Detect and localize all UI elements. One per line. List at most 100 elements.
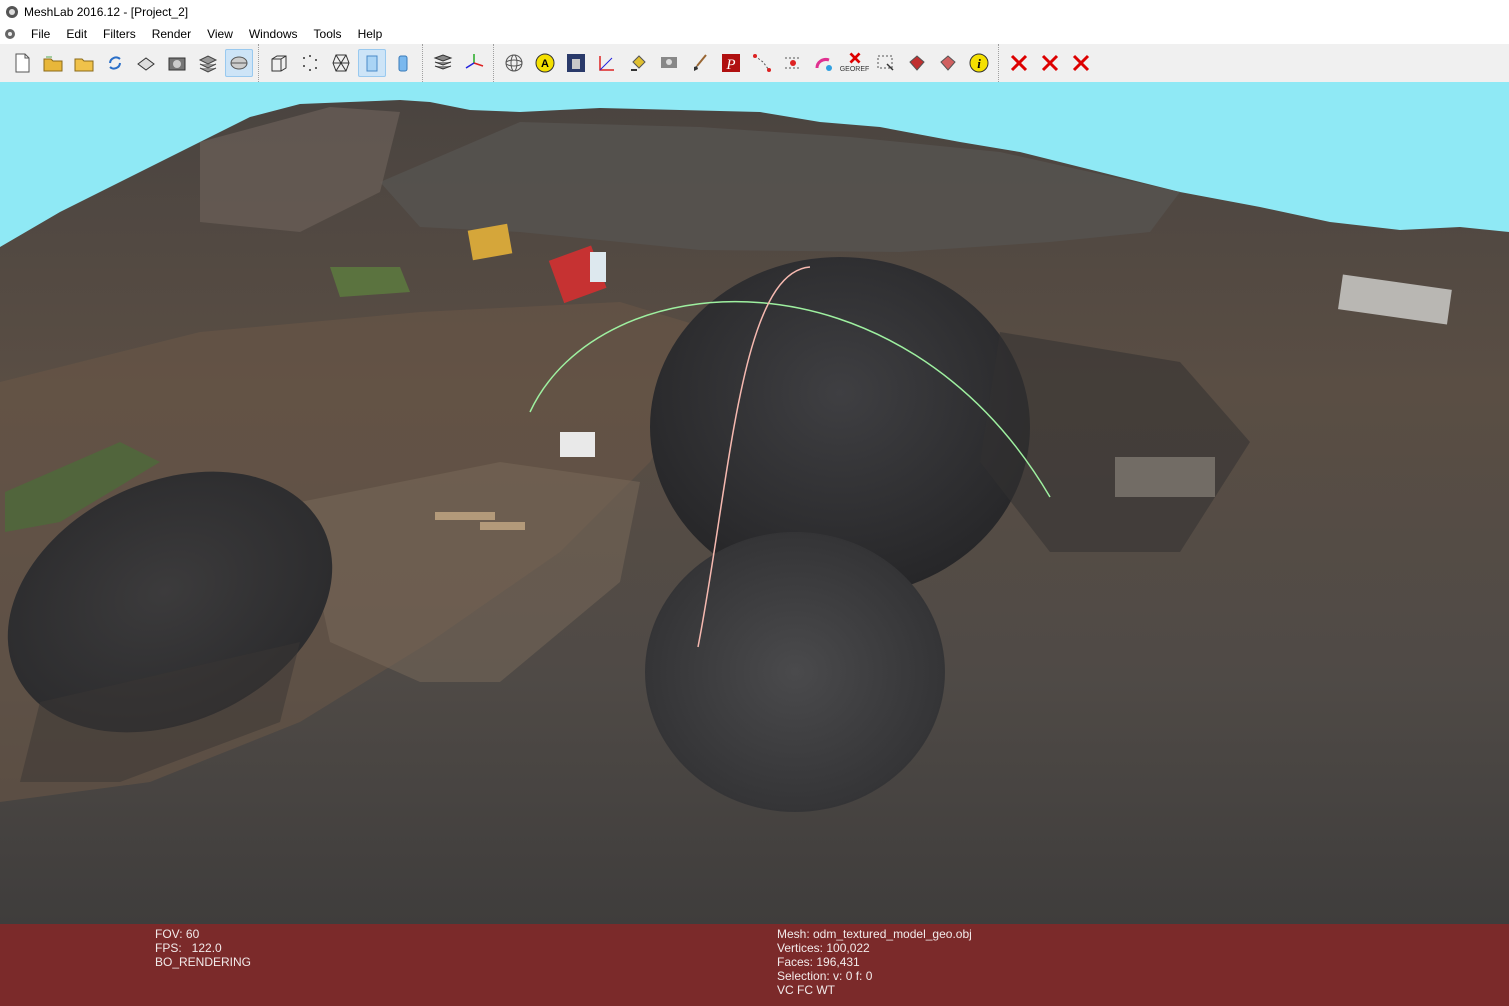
mesh-stats: Mesh: odm_textured_model_geo.obj Vertice…: [777, 927, 972, 997]
toolbar-group-3: [422, 44, 489, 82]
delete-faces-icon: [908, 55, 925, 71]
mesh-layer-icon: [230, 56, 247, 70]
svg-text:P: P: [725, 57, 735, 73]
delete-selection-button[interactable]: [1067, 49, 1095, 77]
points-icon: [302, 55, 317, 71]
delete-vertices-icon: [939, 55, 956, 71]
delete-faces-button[interactable]: [903, 49, 931, 77]
menu-edit[interactable]: Edit: [58, 24, 95, 44]
measure-icon: [598, 56, 614, 71]
terrain-mesh-render[interactable]: [0, 82, 1509, 924]
wireframe-icon: [331, 54, 350, 72]
svg-text:A: A: [541, 58, 549, 70]
attributes-readout: VC FC WT: [777, 983, 835, 997]
open-mesh-icon: [74, 58, 93, 72]
flat-shading-icon: [366, 55, 377, 72]
measure-button[interactable]: [593, 49, 621, 77]
select-connected-icon: [784, 57, 801, 69]
render-mode-readout: BO_RENDERING: [155, 955, 252, 969]
open-mesh-button[interactable]: [70, 49, 98, 77]
main-toolbar: A P GEOREF i: [0, 44, 1509, 83]
georef-icon: [848, 52, 861, 64]
point-picker-button[interactable]: P: [717, 49, 745, 77]
save-button[interactable]: [132, 49, 160, 77]
new-project-icon: [15, 53, 29, 73]
paint-color-button[interactable]: [810, 49, 838, 77]
menu-view[interactable]: View: [199, 24, 241, 44]
info-icon: i: [969, 53, 988, 73]
info-button[interactable]: i: [965, 49, 993, 77]
toolbar-group-4: A P GEOREF i: [493, 44, 994, 82]
smooth-shading-button[interactable]: [389, 49, 417, 77]
texture-button[interactable]: [562, 49, 590, 77]
toolbar-group-5: [998, 44, 1096, 82]
menu-filters[interactable]: Filters: [95, 24, 144, 44]
meshlab-app-icon: [6, 6, 18, 18]
menu-help[interactable]: Help: [350, 24, 391, 44]
save-icon: [136, 57, 155, 71]
open-project-icon: [43, 56, 62, 72]
trackball-icon: [505, 54, 522, 72]
menu-render[interactable]: Render: [144, 24, 199, 44]
menu-file[interactable]: File: [23, 24, 58, 44]
paint-bucket-icon: [630, 55, 646, 71]
annotation-button[interactable]: A: [531, 49, 559, 77]
snapshot-icon: [168, 57, 185, 71]
snapshot-button[interactable]: [163, 49, 191, 77]
trackball-button[interactable]: [500, 49, 528, 77]
render-stats: FOV: 60 FPS: 122.0 BO_RENDERING: [155, 927, 251, 969]
select-vertices-icon: [752, 54, 771, 72]
layers-button[interactable]: [194, 49, 222, 77]
axis-button[interactable]: [460, 49, 488, 77]
select-faces-icon: [877, 55, 894, 71]
render-info-overlay: FOV: 60 FPS: 122.0 BO_RENDERING Mesh: od…: [0, 924, 1509, 1006]
multi-layer-icon: [433, 54, 452, 70]
menu-windows[interactable]: Windows: [241, 24, 306, 44]
3d-viewport[interactable]: [0, 82, 1509, 924]
select-vertices-button[interactable]: [748, 49, 776, 77]
axis-icon: [465, 54, 483, 69]
georef-button[interactable]: GEOREF: [839, 49, 870, 77]
fps-readout: FPS: 122.0: [155, 941, 222, 955]
smooth-shading-icon: [398, 55, 407, 72]
layers-icon: [198, 55, 217, 73]
brush-button[interactable]: [686, 49, 714, 77]
camera-alignment-button[interactable]: [655, 49, 683, 77]
delete-selected-vertices-button[interactable]: [1036, 49, 1064, 77]
system-menu-icon[interactable]: [3, 27, 17, 41]
delete-selected-vertices-icon: [1041, 54, 1058, 72]
fov-readout: FOV: 60: [155, 927, 200, 941]
window-title: MeshLab 2016.12 - [Project_2]: [24, 5, 189, 19]
delete-selected-faces-button[interactable]: [1005, 49, 1033, 77]
delete-selected-faces-icon: [1010, 54, 1027, 72]
toolbar-group-2: [258, 44, 418, 82]
reload-button[interactable]: [101, 49, 129, 77]
select-faces-button[interactable]: [872, 49, 900, 77]
bounding-box-button[interactable]: [265, 49, 293, 77]
delete-selection-icon: [1072, 54, 1089, 72]
select-connected-button[interactable]: [779, 49, 807, 77]
bounding-box-icon: [271, 55, 286, 72]
selection-readout: Selection: v: 0 f: 0: [777, 969, 873, 983]
menu-tools[interactable]: Tools: [306, 24, 350, 44]
multi-layer-button[interactable]: [429, 49, 457, 77]
title-bar: MeshLab 2016.12 - [Project_2]: [0, 0, 1509, 24]
delete-vertices-button[interactable]: [934, 49, 962, 77]
points-button[interactable]: [296, 49, 324, 77]
mesh-layer-button[interactable]: [224, 49, 253, 77]
brush-icon: [693, 54, 707, 71]
georef-label: GEOREF: [839, 66, 870, 73]
vertices-readout: Vertices: 100,022: [777, 941, 870, 955]
menu-bar: File Edit Filters Render View Windows To…: [0, 24, 1509, 44]
reload-icon: [108, 56, 121, 70]
texture-icon: [566, 54, 585, 72]
flat-shading-button[interactable]: [357, 49, 386, 77]
paint-bucket-button[interactable]: [624, 49, 652, 77]
new-project-button[interactable]: [8, 49, 36, 77]
wireframe-button[interactable]: [327, 49, 355, 77]
annotation-icon: A: [535, 53, 554, 73]
open-project-button[interactable]: [39, 49, 67, 77]
svg-text:i: i: [977, 56, 981, 71]
point-picker-icon: P: [721, 54, 740, 73]
faces-readout: Faces: 196,431: [777, 955, 860, 969]
